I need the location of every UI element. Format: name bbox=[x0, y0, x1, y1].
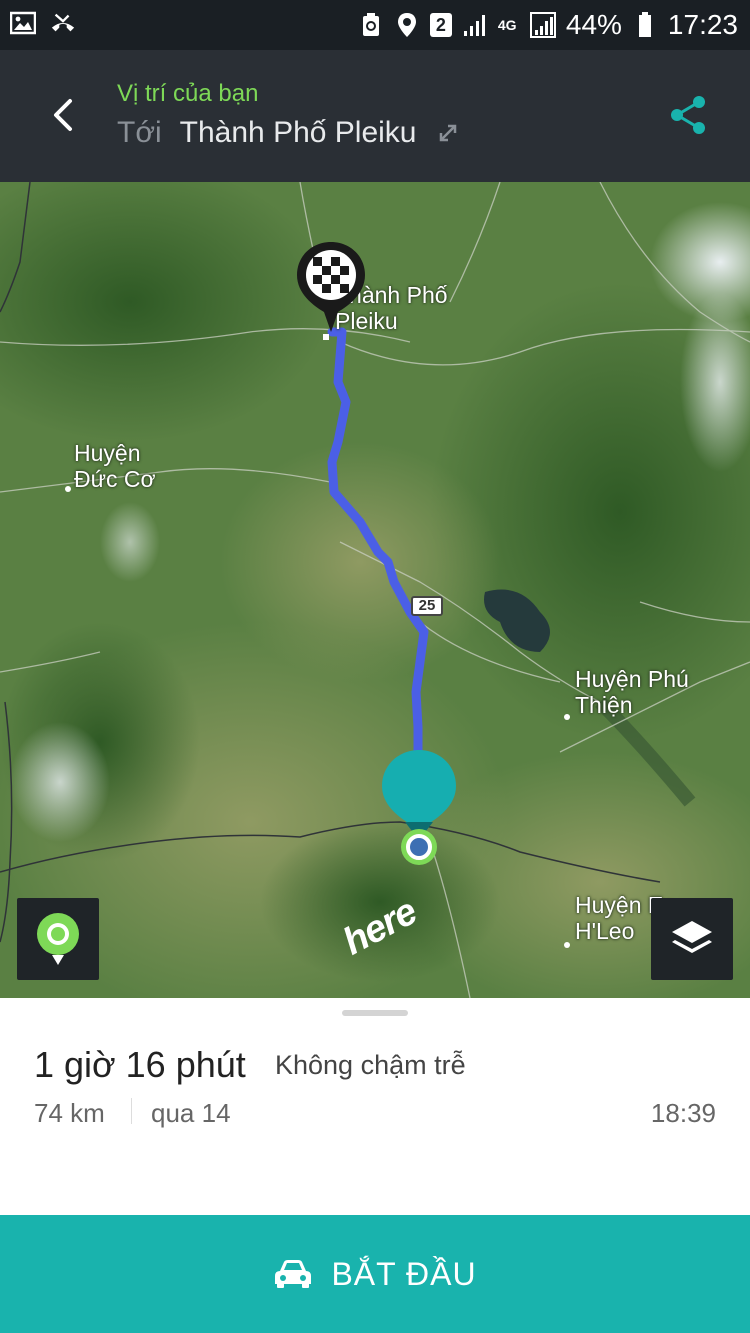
route-header: Vị trí của bạn Tới Thành Phố Pleiku bbox=[0, 50, 750, 182]
status-bar: 2 4G 44% 17:23 bbox=[0, 0, 750, 50]
destination-prefix: Tới bbox=[117, 116, 162, 149]
origin-label[interactable]: Vị trí của bạn bbox=[117, 80, 258, 108]
checkered-flag-icon bbox=[297, 242, 365, 332]
map-label-duc-co: Huyện Đức Cơ bbox=[74, 440, 156, 492]
destination-marker[interactable] bbox=[294, 240, 368, 332]
divider bbox=[131, 1098, 132, 1124]
map-layers-button[interactable] bbox=[651, 898, 733, 980]
route-via: qua 14 bbox=[151, 1098, 231, 1128]
location-dot-icon bbox=[401, 829, 437, 865]
clock: 17:23 bbox=[667, 9, 738, 40]
back-button[interactable] bbox=[40, 92, 86, 138]
start-navigation-button[interactable]: BẮT ĐẦU bbox=[0, 1215, 750, 1333]
location-icon bbox=[394, 12, 420, 38]
battery-percent: 44% bbox=[565, 9, 622, 40]
route-shield: 25 bbox=[411, 596, 443, 616]
share-icon bbox=[671, 96, 705, 134]
signal-icon bbox=[529, 12, 556, 38]
swap-icon[interactable] bbox=[437, 122, 459, 144]
layers-icon bbox=[672, 921, 712, 953]
my-location-icon bbox=[37, 913, 79, 965]
recycle-icon bbox=[358, 12, 384, 38]
map-view[interactable]: 25 Thành Phố Pleiku Huyện Đức Cơ Huyện P… bbox=[0, 182, 750, 998]
arrival-time: 18:39 bbox=[650, 1098, 716, 1128]
traffic-status: Không chậm trễ bbox=[275, 1050, 466, 1080]
car-icon bbox=[275, 1260, 312, 1288]
route-summary-panel[interactable]: 1 giờ 16 phút Không chậm trễ 74 km qua 1… bbox=[0, 998, 750, 1215]
chevron-left-icon bbox=[54, 99, 72, 131]
route-duration: 1 giờ 16 phút bbox=[34, 1044, 246, 1085]
battery-icon bbox=[632, 12, 658, 38]
route-distance: 74 km bbox=[34, 1098, 105, 1128]
locate-me-button[interactable] bbox=[17, 898, 99, 980]
start-button-label: BẮT ĐẦU bbox=[331, 1255, 477, 1292]
current-location-marker bbox=[399, 827, 439, 867]
drag-handle[interactable] bbox=[342, 1010, 408, 1016]
network-type: 4G bbox=[497, 17, 517, 33]
missed-call-icon bbox=[50, 10, 76, 36]
image-icon bbox=[10, 10, 36, 36]
destination-row[interactable]: Tới Thành Phố Pleiku bbox=[117, 116, 459, 150]
destination-name: Thành Phố Pleiku bbox=[179, 116, 417, 149]
share-button[interactable] bbox=[668, 94, 710, 136]
map-label-phu-thien: Huyện Phú Thiện bbox=[575, 666, 689, 718]
sim-icon: 2 bbox=[429, 13, 452, 37]
signal-icon bbox=[462, 12, 488, 38]
